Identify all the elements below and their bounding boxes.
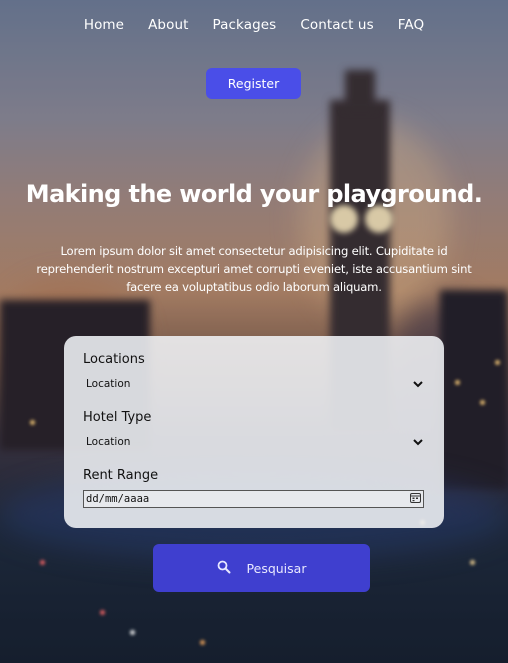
hotel-type-select-value: Location — [86, 436, 131, 448]
search-icon — [217, 560, 231, 577]
hotel-type-select[interactable]: Location — [84, 433, 424, 451]
locations-select-value: Location — [86, 378, 131, 390]
main-nav: Home About Packages Contact us FAQ — [0, 17, 508, 33]
nav-link-faq[interactable]: FAQ — [398, 17, 424, 33]
rent-range-date-input[interactable]: dd/mm/aaaa — [83, 490, 424, 508]
rent-range-label: Rent Range — [83, 468, 159, 483]
nav-link-home[interactable]: Home — [84, 17, 124, 33]
register-button[interactable]: Register — [206, 68, 301, 99]
locations-select[interactable]: Location — [84, 375, 424, 393]
hotel-type-label: Hotel Type — [83, 410, 152, 425]
nav-link-about[interactable]: About — [148, 17, 188, 33]
chevron-down-icon — [412, 378, 424, 390]
search-submit-label: Pesquisar — [246, 560, 307, 576]
search-form-card: Locations Location Hotel Type Location R… — [64, 336, 444, 528]
nav-link-packages[interactable]: Packages — [213, 17, 277, 33]
nav-link-contact[interactable]: Contact us — [300, 17, 373, 33]
calendar-icon[interactable] — [410, 492, 421, 506]
hero-title: Making the world your playground. — [25, 180, 483, 208]
date-input-placeholder: dd/mm/aaaa — [86, 493, 150, 505]
locations-label: Locations — [83, 352, 145, 367]
search-submit-button[interactable]: Pesquisar — [153, 544, 370, 592]
chevron-down-icon — [412, 436, 424, 448]
hero-description: Lorem ipsum dolor sit amet consectetur a… — [36, 244, 472, 294]
